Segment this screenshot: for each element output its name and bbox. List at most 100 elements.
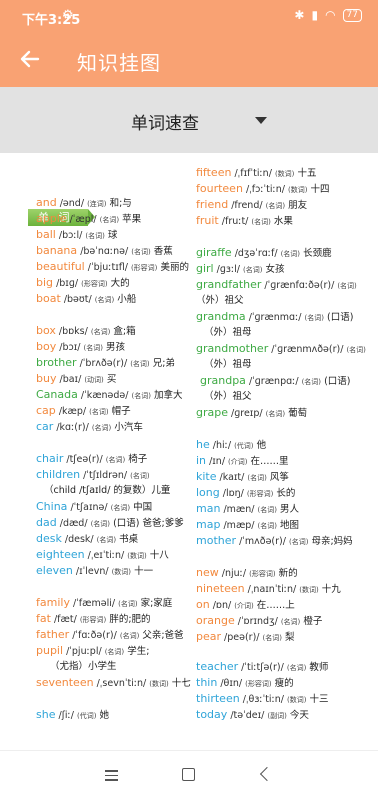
phonetic-text: /ˈbjuːtɪfl/ <box>87 262 128 273</box>
meaning-text: （外）祖母 <box>204 327 252 338</box>
word-text: map <box>196 518 221 531</box>
signal-icon: ▮ <box>311 8 319 22</box>
meaning-text: 在……里 <box>250 456 289 467</box>
part-of-speech: (数词) <box>299 586 319 594</box>
phonetic-text: /ɪn/ <box>209 456 226 467</box>
phonetic-text: /ˈɡrænfɑːðə(r)/ <box>264 280 335 291</box>
phonetic-text: /bɪɡ/ <box>56 278 79 289</box>
phonetic-text: /bɒks/ <box>58 326 88 337</box>
word-entry: seventeen /ˌsevnˈtiːn/ (数词) 十七 <box>36 676 191 691</box>
part-of-speech: (数词) <box>111 568 132 576</box>
part-of-speech: (名词) <box>99 216 120 224</box>
word-entry: grandfather /ˈɡrænfɑːðə(r)/ (名词) <box>196 278 357 293</box>
phonetic-text: /frend/ <box>231 200 263 211</box>
phonetic-text: /ˈtiːtʃə(r)/ <box>241 662 284 673</box>
word-entry: car /kɑː(r)/ (名词) 小汽车 <box>36 420 143 435</box>
phonetic-text: /dæd/ <box>59 518 88 529</box>
part-of-speech: (名词) <box>251 218 271 226</box>
word-text: teacher <box>196 660 239 673</box>
phonetic-text: /peə(r)/ <box>224 632 260 643</box>
word-text: man <box>196 502 221 515</box>
phonetic-text: /ˈfæməli/ <box>72 598 116 609</box>
word-entry: fourteen /ˌfɔːˈtiːn/ (数词) 十四 <box>196 182 329 197</box>
phonetic-text: /lɒŋ/ <box>222 488 244 499</box>
part-of-speech: (数词) <box>127 552 147 560</box>
meaning-text: 中国 <box>133 502 153 513</box>
page-title: 知识挂图 <box>77 51 161 75</box>
part-of-speech: (副词) <box>267 712 287 720</box>
word-text: grandfather <box>196 278 262 291</box>
meaning-text: (口语) <box>327 312 354 323</box>
word-text: brother <box>36 356 77 369</box>
meaning-text: (口语) <box>324 376 351 387</box>
word-text: eleven <box>36 564 73 577</box>
word-text: pear <box>196 630 222 643</box>
phonetic-text: /hiː/ <box>212 440 232 451</box>
phonetic-text: /fæt/ <box>53 614 77 625</box>
category-selector[interactable]: 单词速查 <box>0 87 378 153</box>
word-text: beautiful <box>36 260 85 273</box>
word-entry: orange /ˈɒrɪndʒ/ (名词) 橙子 <box>196 614 322 629</box>
word-entry: and /ənd/ (连词) 和;与 <box>36 196 132 211</box>
phonetic-text: /ˈbrʌðə(r)/ <box>79 358 128 369</box>
phonetic-text: /mæp/ <box>223 520 255 531</box>
meaning-text: 小汽车 <box>114 422 143 433</box>
word-entry: banana /bəˈnɑːnə/ (名词) 香蕉 <box>36 244 173 259</box>
phonetic-text: /kɑː(r)/ <box>56 422 89 433</box>
word-text: today <box>196 708 228 721</box>
meaning-text: 十五 <box>297 168 317 179</box>
meaning-text: 十四 <box>310 184 330 195</box>
part-of-speech: (名词) <box>280 250 301 258</box>
phonetic-text: /ˌsevnˈtiːn/ <box>96 678 147 689</box>
word-text: chair <box>36 452 64 465</box>
part-of-speech: (名词) <box>130 472 150 480</box>
word-entry: in /ɪn/ (介词) 在……里 <box>196 454 289 469</box>
part-of-speech: (形容词) <box>81 280 108 288</box>
nav-back-icon[interactable] <box>259 766 275 782</box>
word-text: desk <box>36 532 62 545</box>
meaning-text: 风筝 <box>269 472 289 483</box>
word-entry: desk /desk/ (名词) 书桌 <box>36 532 138 547</box>
word-text: big <box>36 276 54 289</box>
back-arrow-icon[interactable] <box>18 47 42 71</box>
phonetic-text: /ˈmʌðə(r)/ <box>239 536 286 547</box>
word-entry: grandmother /ˈɡrænmʌðə(r)/ (名词) <box>196 342 366 357</box>
word-entry: grape /ɡreɪp/ (名词) 葡萄 <box>196 406 307 421</box>
word-entry: （child /tʃaɪld/ 的复数）儿童 <box>44 484 170 498</box>
meaning-text: 朋友 <box>288 200 308 211</box>
word-text: pupil <box>36 644 64 657</box>
word-text: long <box>196 486 220 499</box>
part-of-speech: (名词) <box>118 600 138 608</box>
meaning-text: 胖的;肥的 <box>109 614 151 625</box>
bluetooth-icon: ✱ <box>294 8 305 22</box>
part-of-speech: (名词) <box>288 538 309 546</box>
word-text: cap <box>36 404 56 417</box>
phonetic-text: /ɡreɪp/ <box>231 408 263 419</box>
part-of-speech: (名词) <box>119 632 140 640</box>
word-entry: eighteen /ˌeɪˈtiːn/ (数词) 十八 <box>36 548 169 563</box>
part-of-speech: (名词) <box>286 664 307 672</box>
meaning-text: 球 <box>107 230 118 241</box>
meaning-text: 在……上 <box>256 600 295 611</box>
word-text: fat <box>36 612 51 625</box>
word-text: apple <box>36 212 67 225</box>
phonetic-text: /ˌθɜːˈtiːn/ <box>242 694 284 705</box>
menu-icon[interactable] <box>105 770 118 781</box>
meaning-text: 地图 <box>280 520 300 531</box>
word-text: buy <box>36 372 57 385</box>
phonetic-text: /ˈpjuːpl/ <box>66 646 102 657</box>
part-of-speech: (名词) <box>110 504 131 512</box>
part-of-speech: (数词) <box>274 170 295 178</box>
word-text: new <box>196 566 219 579</box>
part-of-speech: (形容词) <box>130 264 158 272</box>
word-entry: father /ˈfɑːðə(r)/ (名词) 父亲;爸爸 <box>36 628 184 643</box>
word-entry: China /ˈtʃaɪnə/ (名词) 中国 <box>36 500 152 515</box>
word-text: children <box>36 468 81 481</box>
word-entry: fruit /fruːt/ (名词) 水果 <box>196 214 293 229</box>
phonetic-text: /bɔːl/ <box>58 230 83 241</box>
dropdown-arrow-icon[interactable] <box>255 117 267 124</box>
word-text: eighteen <box>36 548 85 561</box>
home-icon[interactable] <box>182 768 195 781</box>
phonetic-text: /təˈdeɪ/ <box>230 710 265 721</box>
part-of-speech: (连词) <box>87 200 107 208</box>
